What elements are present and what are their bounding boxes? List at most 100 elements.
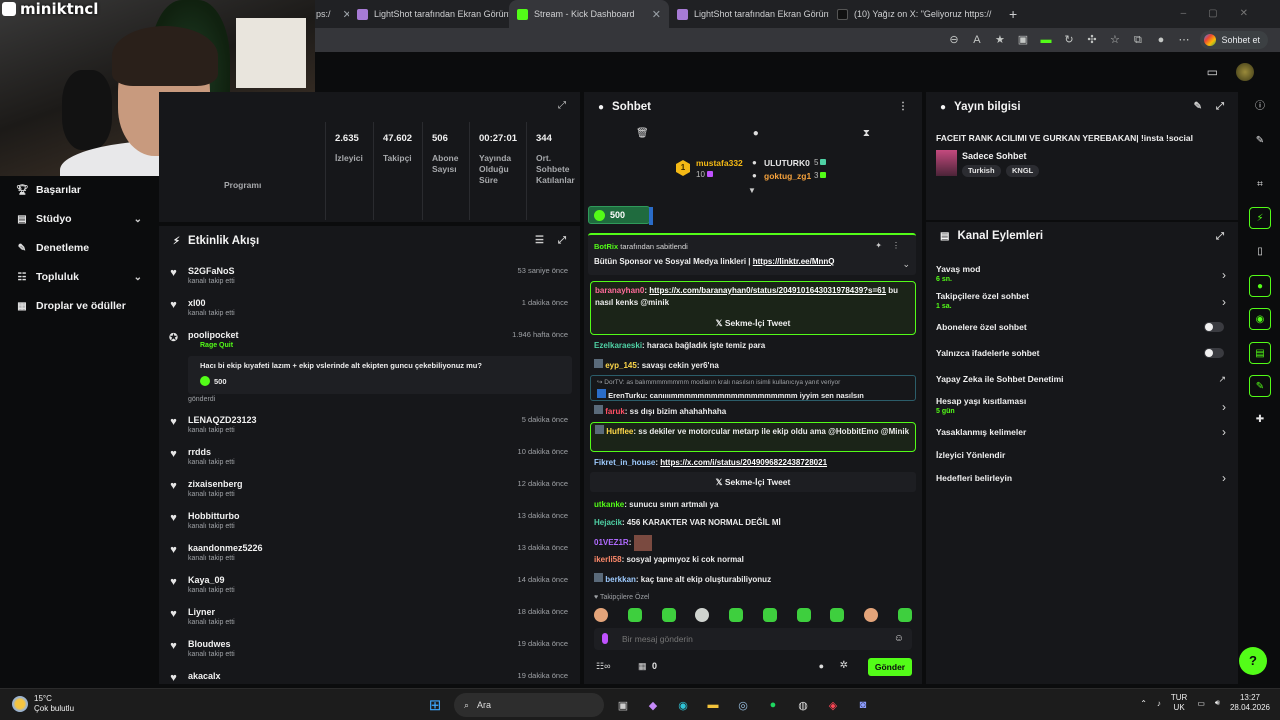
- sidebar-item-moderation[interactable]: ✎ Denetleme: [16, 238, 146, 258]
- window-controls[interactable]: –▢✕: [1181, 8, 1270, 19]
- copilot-chat-button[interactable]: Sohbet et: [1200, 31, 1268, 49]
- browser-tab[interactable]: LightShot tarafından Ekran Görünt ✕: [669, 0, 829, 28]
- emote[interactable]: [864, 608, 879, 622]
- action-slow-mode[interactable]: Yavaş mod 6 sn. ›: [936, 264, 1232, 283]
- folder-icon[interactable]: ▬: [702, 694, 724, 716]
- gear-icon[interactable]: ✲: [840, 660, 848, 671]
- emote[interactable]: [729, 608, 744, 622]
- sidebar-item-drops[interactable]: ▦ Droplar ve ödüller: [16, 296, 146, 316]
- info-icon[interactable]: ⓘ: [1249, 96, 1271, 118]
- actions-icon[interactable]: ▤: [1249, 342, 1271, 364]
- collapse-icon[interactable]: ▼: [748, 186, 756, 195]
- emote[interactable]: [627, 608, 642, 622]
- chat-input[interactable]: [622, 631, 872, 647]
- collections-icon[interactable]: ⧉: [1131, 34, 1144, 47]
- trash-icon[interactable]: 🗑︎: [636, 128, 649, 139]
- action-followers-only[interactable]: Takipçilere özel sohbet 1 sa. ›: [936, 291, 1232, 310]
- gift-icon[interactable]: ▦: [638, 661, 647, 672]
- action-ai-moderation[interactable]: Yapay Zeka ile Sohbet Denetimi ↗: [936, 374, 1232, 384]
- filter-icon[interactable]: ☰: [535, 235, 544, 246]
- discord-icon[interactable]: ◙: [852, 694, 874, 716]
- chat-icon[interactable]: ●: [1249, 275, 1271, 297]
- action-set-goals[interactable]: Hedefleri belirleyin ›: [936, 471, 1232, 485]
- send-button[interactable]: Gönder: [868, 658, 912, 676]
- copilot-icon[interactable]: ◆: [642, 694, 664, 716]
- action-banned-words[interactable]: Yasaklanmış kelimeler ›: [936, 425, 1232, 439]
- close-tab-icon[interactable]: ✕: [652, 8, 661, 21]
- broadcast-icon[interactable]: ◉: [1249, 308, 1271, 330]
- hourglass-icon[interactable]: ⧗: [863, 128, 870, 139]
- sidebar-item-achievements[interactable]: 🏆︎ Başarılar: [16, 180, 146, 200]
- more-vertical-icon[interactable]: ⋮: [898, 101, 908, 112]
- microphone-icon[interactable]: ♪: [1157, 699, 1161, 708]
- category-name[interactable]: Sadece Sohbet: [962, 151, 1027, 161]
- subscribers-only-toggle[interactable]: [1204, 322, 1224, 332]
- steam-icon[interactable]: ◎: [732, 694, 754, 716]
- clock[interactable]: 13:27 28.04.2026: [1230, 693, 1270, 713]
- browser-tab[interactable]: (10) Yağız on X: "Geliyoruz https:// ✕: [829, 0, 1001, 28]
- microphone-icon[interactable]: [602, 633, 608, 644]
- refresh-extension-icon[interactable]: ↻: [1062, 34, 1075, 47]
- profile-icon[interactable]: ●: [1154, 34, 1167, 47]
- sidebar-item-community[interactable]: ☷ Topluluk ⌄: [16, 267, 146, 287]
- inline-tweet-button[interactable]: 𝕏 Sekme-İçi Tweet: [590, 472, 916, 492]
- edit-icon[interactable]: ✎: [1194, 101, 1202, 112]
- task-view-icon[interactable]: ▣: [612, 694, 634, 716]
- emote[interactable]: [897, 608, 912, 622]
- emote[interactable]: [695, 608, 710, 622]
- inline-tweet-button[interactable]: 𝕏 Sekme-İçi Tweet: [595, 313, 911, 333]
- spotify-icon[interactable]: ●: [762, 694, 784, 716]
- browser-tab[interactable]: LightShot tarafından Ekran Görünt ✕: [349, 0, 509, 28]
- lightning-icon[interactable]: ⚡︎: [1249, 207, 1271, 229]
- popout-icon[interactable]: ⤢: [558, 235, 566, 246]
- taskbar-search[interactable]: ⌕ Ara: [454, 693, 604, 717]
- popout-icon[interactable]: ⤢: [558, 100, 566, 111]
- emote[interactable]: [762, 608, 777, 622]
- chat-mode-icon[interactable]: ●: [753, 128, 759, 139]
- valorant-icon[interactable]: ◈: [822, 694, 844, 716]
- extension-icon[interactable]: ▣: [1016, 34, 1029, 47]
- weather-widget[interactable]: 15°C Çok bulutlu: [12, 694, 74, 714]
- chrome-icon[interactable]: ◍: [792, 694, 814, 716]
- extension-green-icon[interactable]: ▬: [1039, 34, 1052, 47]
- action-account-age[interactable]: Hesap yaşı kısıtlaması 5 gün ›: [936, 396, 1232, 415]
- chevron-up-icon[interactable]: ⌃: [1140, 699, 1147, 708]
- avatar[interactable]: [1236, 63, 1254, 81]
- chevron-down-icon[interactable]: ⌄: [902, 259, 910, 270]
- windows-start-icon[interactable]: ⊞: [424, 694, 446, 716]
- wrench-icon[interactable]: ✎: [1249, 375, 1271, 397]
- more-icon[interactable]: ⋯: [1177, 34, 1190, 47]
- pin-controls[interactable]: ✦⋮: [875, 241, 910, 250]
- network-icon[interactable]: ▭: [1197, 699, 1205, 708]
- favorites-icon[interactable]: ☆: [1108, 34, 1121, 47]
- action-raid[interactable]: İzleyici Yönlendir: [936, 450, 1232, 460]
- browser-tab-active[interactable]: Stream - Kick Dashboard ✕: [509, 0, 669, 28]
- emote-only-toggle[interactable]: [1204, 348, 1224, 358]
- add-widget-icon[interactable]: ✚: [1249, 409, 1271, 431]
- zoom-icon[interactable]: ⊖: [947, 34, 960, 47]
- popout-icon[interactable]: ⤢: [1216, 231, 1224, 242]
- edge-icon[interactable]: ◉: [672, 694, 694, 716]
- sidebar-item-studio[interactable]: ▤ Stüdyo ⌄: [16, 209, 146, 229]
- channel-points-balance[interactable]: 500: [588, 206, 653, 225]
- emote[interactable]: [594, 608, 608, 622]
- layout-icon[interactable]: ▭: [1207, 65, 1218, 79]
- crop-icon[interactable]: ⌗: [1249, 174, 1271, 196]
- read-aloud-icon[interactable]: A: [970, 34, 983, 47]
- emote[interactable]: [661, 608, 676, 622]
- community-icon[interactable]: ☷∞: [596, 661, 610, 672]
- help-button[interactable]: ?: [1239, 647, 1267, 675]
- favorite-star-icon[interactable]: ★: [993, 34, 1006, 47]
- new-tab-button[interactable]: +: [1001, 0, 1025, 28]
- puzzle-icon[interactable]: ✣: [1085, 34, 1098, 47]
- popout-icon[interactable]: ⤢: [1216, 101, 1224, 112]
- pencil-icon[interactable]: ✎: [1249, 130, 1271, 152]
- volume-icon[interactable]: 🔊︎: [1215, 698, 1220, 708]
- emote[interactable]: [830, 608, 845, 622]
- emote[interactable]: [796, 608, 811, 622]
- tag[interactable]: KNGL: [1006, 165, 1040, 177]
- tag[interactable]: Turkish: [962, 165, 1001, 177]
- chat-bubble-icon[interactable]: ●: [819, 661, 824, 671]
- language-indicator[interactable]: TUR UK: [1171, 693, 1187, 713]
- emoji-icon[interactable]: ☺: [894, 633, 904, 644]
